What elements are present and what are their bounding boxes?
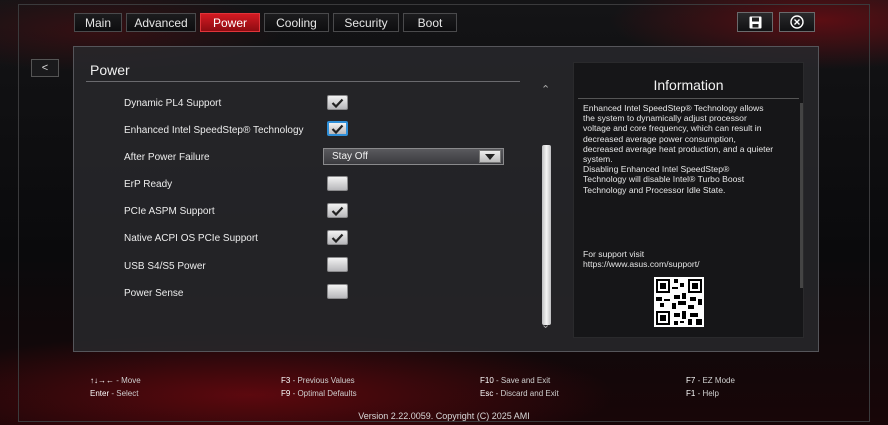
info-line: Disabling Enhanced Intel SpeedStep® (583, 164, 730, 175)
checkmark-icon (331, 124, 344, 134)
info-line: voltage and core frequency, which can re… (583, 123, 762, 134)
hotkey-desc: - Discard and Exit (493, 389, 559, 398)
setting-label: Dynamic PL4 Support (124, 98, 222, 109)
back-button[interactable]: < (31, 59, 59, 77)
checkmark-icon (331, 233, 344, 243)
hotkey-key: F1 (686, 389, 696, 398)
info-line: the system to dynamically adjust process… (583, 113, 747, 124)
information-title: Information (578, 63, 799, 99)
setting-label: USB S4/S5 Power (124, 261, 206, 272)
info-line: decreased average heat production, and a… (583, 143, 774, 154)
information-text: Enhanced Intel SpeedStep® Technology all… (583, 103, 788, 195)
after-power-failure-select[interactable]: Stay Off (323, 148, 504, 165)
hotkey-desc: - Save and Exit (493, 376, 551, 385)
hotkey-key: Esc (480, 389, 494, 398)
hotkey-desc: - Select (109, 389, 139, 398)
hotkey-key: F10 (480, 376, 494, 385)
usb-s4s5-checkbox[interactable] (327, 257, 348, 272)
hotkey-key: F3 (281, 376, 291, 385)
native-acpi-checkbox[interactable] (327, 230, 348, 245)
info-line: decreased average power consumption, (583, 133, 736, 144)
support-label: For support visit (583, 249, 645, 259)
tab-main[interactable]: Main (74, 13, 122, 32)
hotkey-help: F1 - Help (686, 389, 719, 398)
info-scrollbar[interactable] (800, 103, 803, 288)
dynamic-pl4-checkbox[interactable] (327, 95, 348, 110)
hotkey-desc: - EZ Mode (695, 376, 735, 385)
hotkey-key: Enter (90, 389, 110, 398)
setting-label: PCIe ASPM Support (124, 206, 215, 217)
tab-advanced[interactable]: Advanced (126, 13, 196, 32)
hotkey-save-exit: F10 - Save and Exit (480, 376, 550, 385)
tab-boot[interactable]: Boot (403, 13, 457, 32)
hotkey-desc: - Help (695, 389, 719, 398)
setting-label: Enhanced Intel SpeedStep® Technology (124, 125, 304, 136)
tab-bar: Main Advanced Power Cooling Security Boo… (74, 13, 457, 32)
setting-label: ErP Ready (124, 179, 173, 190)
support-url: https://www.asus.com/support/ (583, 259, 700, 269)
save-icon (749, 16, 761, 28)
hotkey-desc: - Optimal Defaults (290, 389, 357, 398)
checkmark-icon (331, 98, 344, 108)
erp-ready-checkbox[interactable] (327, 176, 348, 191)
select-value: Stay Off (332, 151, 368, 162)
hotkey-desc: - Previous Values (290, 376, 355, 385)
hotkey-select: Enter - Select (90, 389, 138, 398)
setting-label: Native ACPI OS PCIe Support (124, 233, 258, 244)
info-line: Technology will disable Intel® Turbo Boo… (583, 174, 745, 185)
hotkey-discard-exit: Esc - Discard and Exit (480, 389, 559, 398)
info-line: system. (583, 154, 613, 165)
hotkey-key: ↑↓→← (90, 376, 114, 385)
scroll-up-icon[interactable]: ⌃ (541, 83, 550, 96)
power-sense-checkbox[interactable] (327, 284, 348, 299)
tab-security[interactable]: Security (333, 13, 399, 32)
hotkey-optimal-defaults: F9 - Optimal Defaults (281, 389, 357, 398)
hotkey-ez-mode: F7 - EZ Mode (686, 376, 735, 385)
pcie-aspm-checkbox[interactable] (327, 203, 348, 218)
tab-cooling[interactable]: Cooling (264, 13, 329, 32)
tab-power[interactable]: Power (200, 13, 260, 32)
info-line: Enhanced Intel SpeedStep® Technology all… (583, 103, 764, 113)
hotkey-key: F9 (281, 389, 291, 398)
dropdown-arrow-icon[interactable] (479, 150, 501, 163)
support-text: For support visit https://www.asus.com/s… (583, 249, 700, 269)
checkmark-icon (331, 206, 344, 216)
speedstep-checkbox[interactable] (327, 121, 348, 136)
title-divider (86, 81, 520, 82)
hotkey-desc: - Move (114, 376, 141, 385)
qr-code-icon (654, 277, 704, 327)
exit-button[interactable] (779, 12, 815, 32)
scrollbar-thumb[interactable] (542, 145, 551, 325)
hotkey-move: ↑↓→← - Move (90, 376, 141, 385)
hotkey-previous-values: F3 - Previous Values (281, 376, 355, 385)
hotkey-key: F7 (686, 376, 696, 385)
setting-label: Power Sense (124, 288, 184, 299)
setting-label: After Power Failure (124, 152, 210, 163)
version-footer: Version 2.22.0059. Copyright (C) 2025 AM… (358, 411, 530, 421)
section-title: Power (90, 62, 130, 78)
info-line: Technology and Processor Idle State. (583, 184, 726, 195)
scroll-down-icon[interactable]: ⌄ (541, 318, 550, 331)
close-icon (790, 15, 804, 29)
information-panel: Information Enhanced Intel SpeedStep® Te… (573, 62, 804, 338)
save-button[interactable] (737, 12, 773, 32)
